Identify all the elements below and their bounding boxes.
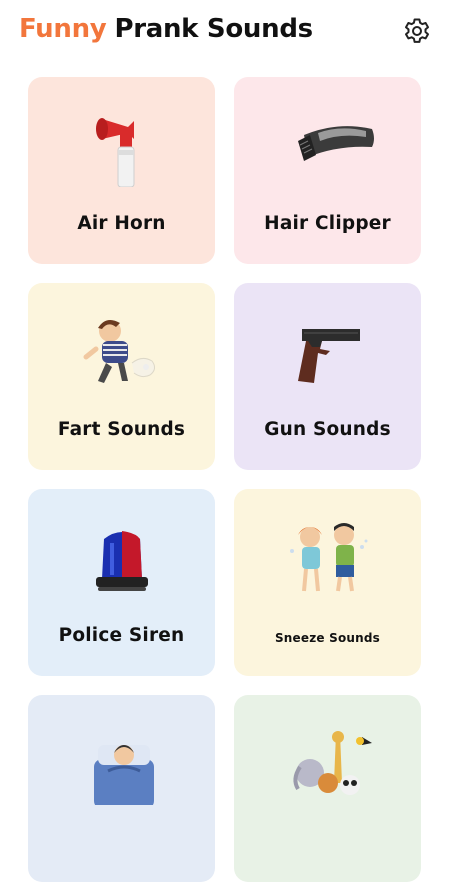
air-horn-icon: [96, 118, 135, 187]
sound-card-label: Air Horn: [77, 213, 166, 234]
sound-card-gun-sounds[interactable]: Gun Sounds: [234, 283, 421, 470]
animals-icon: [293, 731, 372, 795]
sound-card-label: Gun Sounds: [264, 419, 391, 440]
app-title-rest: Prank Sounds: [114, 14, 313, 44]
sound-card-label: Hair Clipper: [264, 213, 391, 234]
sound-card-air-horn[interactable]: Air Horn: [28, 77, 215, 264]
sound-card-hair-clipper[interactable]: Hair Clipper: [234, 77, 421, 264]
sound-card-sneeze-sounds[interactable]: Sneeze Sounds: [234, 489, 421, 676]
app-title-accent: Funny: [19, 14, 107, 44]
pistol-icon: [298, 329, 360, 383]
hair-clipper-icon: [298, 126, 374, 161]
sound-card-fart-sounds[interactable]: Fart Sounds: [28, 283, 215, 470]
sound-card-label: Sneeze Sounds: [274, 631, 381, 645]
sleeping-man-icon: [94, 745, 154, 805]
sound-card-sleeping[interactable]: [28, 695, 215, 882]
gear-icon[interactable]: [402, 16, 432, 46]
app-title: Funny Prank Sounds: [19, 14, 313, 44]
sound-card-label: Police Siren: [58, 625, 185, 646]
police-siren-icon: [96, 531, 148, 591]
fart-boy-icon: [83, 319, 156, 383]
sound-card-animals[interactable]: [234, 695, 421, 882]
sound-card-label: Fart Sounds: [57, 419, 186, 440]
sneezing-kids-icon: [290, 523, 368, 592]
sound-card-police-siren[interactable]: Police Siren: [28, 489, 215, 676]
app-header: Funny Prank Sounds: [0, 0, 450, 64]
